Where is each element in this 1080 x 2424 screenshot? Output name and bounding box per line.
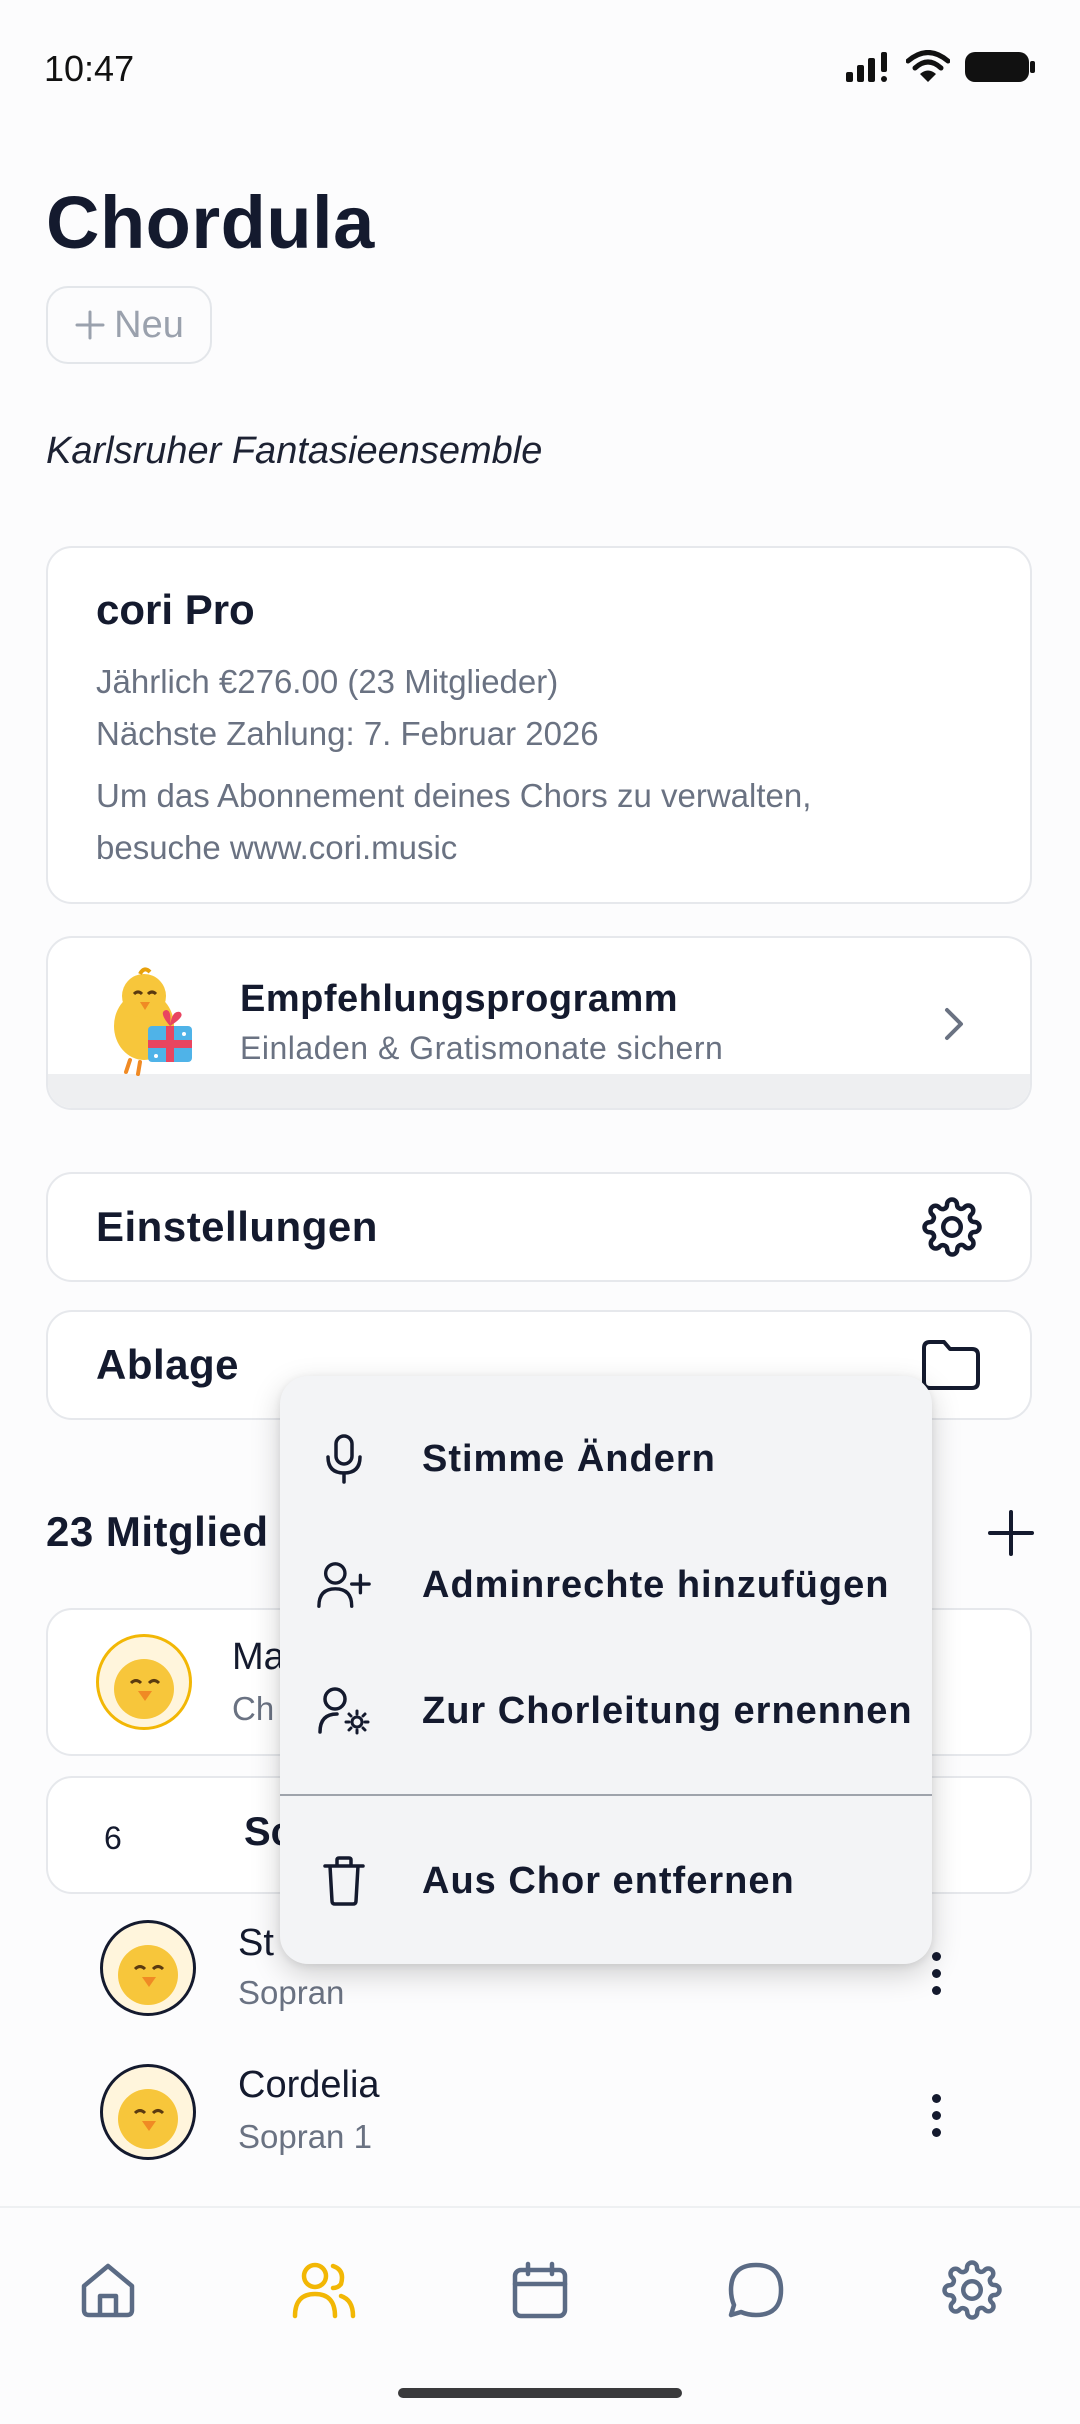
subscription-note-line2: besuche www.cori.music bbox=[96, 829, 458, 866]
bird-avatar-icon bbox=[114, 1659, 174, 1719]
avatar bbox=[96, 1634, 192, 1730]
wifi-icon bbox=[906, 50, 950, 82]
nav-chat[interactable] bbox=[720, 2254, 792, 2326]
battery-icon bbox=[965, 52, 1035, 82]
bird-avatar-icon bbox=[118, 1945, 178, 2005]
subscription-card: cori Pro Jährlich €276.00 (23 Mitglieder… bbox=[46, 546, 1032, 904]
chevron-right-icon bbox=[945, 1008, 963, 1040]
menu-item-remove-from-choir[interactable]: Aus Chor entfernen bbox=[280, 1826, 932, 1936]
bird-avatar-icon bbox=[118, 2089, 178, 2149]
status-time: 10:47 bbox=[44, 48, 135, 89]
settings-icon bbox=[942, 2260, 1002, 2320]
menu-item-change-voice[interactable]: Stimme Ändern bbox=[280, 1404, 932, 1514]
member-name: Ma bbox=[232, 1636, 285, 1678]
home-icon bbox=[81, 2263, 135, 2318]
more-options-icon[interactable] bbox=[932, 1952, 942, 2003]
menu-item-make-conductor[interactable]: Zur Chorleitung ernennen bbox=[280, 1656, 932, 1766]
choir-name: Karlsruher Fantasieensemble bbox=[46, 430, 543, 472]
nav-members[interactable] bbox=[288, 2254, 360, 2326]
page-title: Chordula bbox=[46, 181, 375, 264]
new-button[interactable]: Neu bbox=[46, 286, 212, 364]
avatar bbox=[100, 2064, 196, 2160]
member-role: Sopran bbox=[238, 1974, 345, 2011]
chat-icon bbox=[728, 2262, 784, 2318]
user-cog-icon bbox=[318, 1687, 370, 1735]
menu-item-label: Zur Chorleitung ernennen bbox=[422, 1689, 913, 1732]
menu-item-label: Adminrechte hinzufügen bbox=[422, 1563, 890, 1606]
storage-row-label: Ablage bbox=[96, 1341, 240, 1388]
calendar-icon bbox=[512, 2261, 568, 2319]
member-name: St bbox=[238, 1922, 274, 1964]
referral-card-strip bbox=[48, 1074, 1030, 1108]
home-indicator bbox=[398, 2388, 682, 2398]
referral-title: Empfehlungsprogramm bbox=[240, 978, 679, 1020]
folder-icon bbox=[922, 1340, 980, 1390]
plus-icon bbox=[75, 310, 105, 340]
subscription-title: cori Pro bbox=[96, 586, 255, 633]
menu-item-add-admin[interactable]: Adminrechte hinzufügen bbox=[280, 1530, 932, 1640]
avatar bbox=[100, 1920, 196, 2016]
bird-mascot-icon bbox=[114, 967, 192, 1076]
menu-item-label: Stimme Ändern bbox=[422, 1437, 716, 1480]
group-count: 6 bbox=[104, 1820, 122, 1856]
add-member-icon[interactable] bbox=[986, 1508, 1036, 1558]
list-item[interactable]: Cordelia Sopran 1 bbox=[0, 2054, 1080, 2204]
referral-card[interactable]: Empfehlungsprogramm Einladen & Gratismon… bbox=[46, 936, 1032, 1110]
context-menu: Stimme Ändern Adminrechte hinzufügen Zur… bbox=[280, 1376, 932, 1964]
subscription-note: Um das Abonnement deines Chors zu verwal… bbox=[96, 770, 982, 874]
user-plus-icon bbox=[317, 1562, 371, 1608]
settings-row[interactable]: Einstellungen bbox=[46, 1172, 1032, 1282]
menu-divider bbox=[280, 1794, 932, 1796]
member-role: Sopran 1 bbox=[238, 2118, 372, 2155]
trash-icon bbox=[323, 1856, 365, 1906]
member-role: Ch bbox=[232, 1690, 275, 1727]
subscription-next-payment: Nächste Zahlung: 7. Februar 2026 bbox=[96, 715, 599, 752]
referral-subtitle: Einladen & Gratismonate sichern bbox=[240, 1030, 724, 1066]
menu-item-label: Aus Chor entfernen bbox=[422, 1859, 795, 1902]
subscription-note-line1: Um das Abonnement deines Chors zu verwal… bbox=[96, 777, 812, 814]
more-options-icon[interactable] bbox=[932, 2094, 942, 2145]
microphone-icon bbox=[326, 1434, 362, 1484]
settings-row-label: Einstellungen bbox=[96, 1203, 378, 1250]
status-icons bbox=[844, 50, 1036, 84]
nav-calendar[interactable] bbox=[504, 2254, 576, 2326]
signal-icon bbox=[846, 52, 887, 82]
member-name: Cordelia bbox=[238, 2064, 380, 2106]
new-button-label: Neu bbox=[114, 303, 184, 346]
nav-settings[interactable] bbox=[936, 2254, 1008, 2326]
members-title: 23 Mitglied bbox=[46, 1508, 269, 1555]
nav-home[interactable] bbox=[72, 2254, 144, 2326]
members-icon bbox=[292, 2262, 356, 2319]
gear-icon bbox=[922, 1197, 982, 1257]
subscription-price: Jährlich €276.00 (23 Mitglieder) bbox=[96, 663, 559, 700]
